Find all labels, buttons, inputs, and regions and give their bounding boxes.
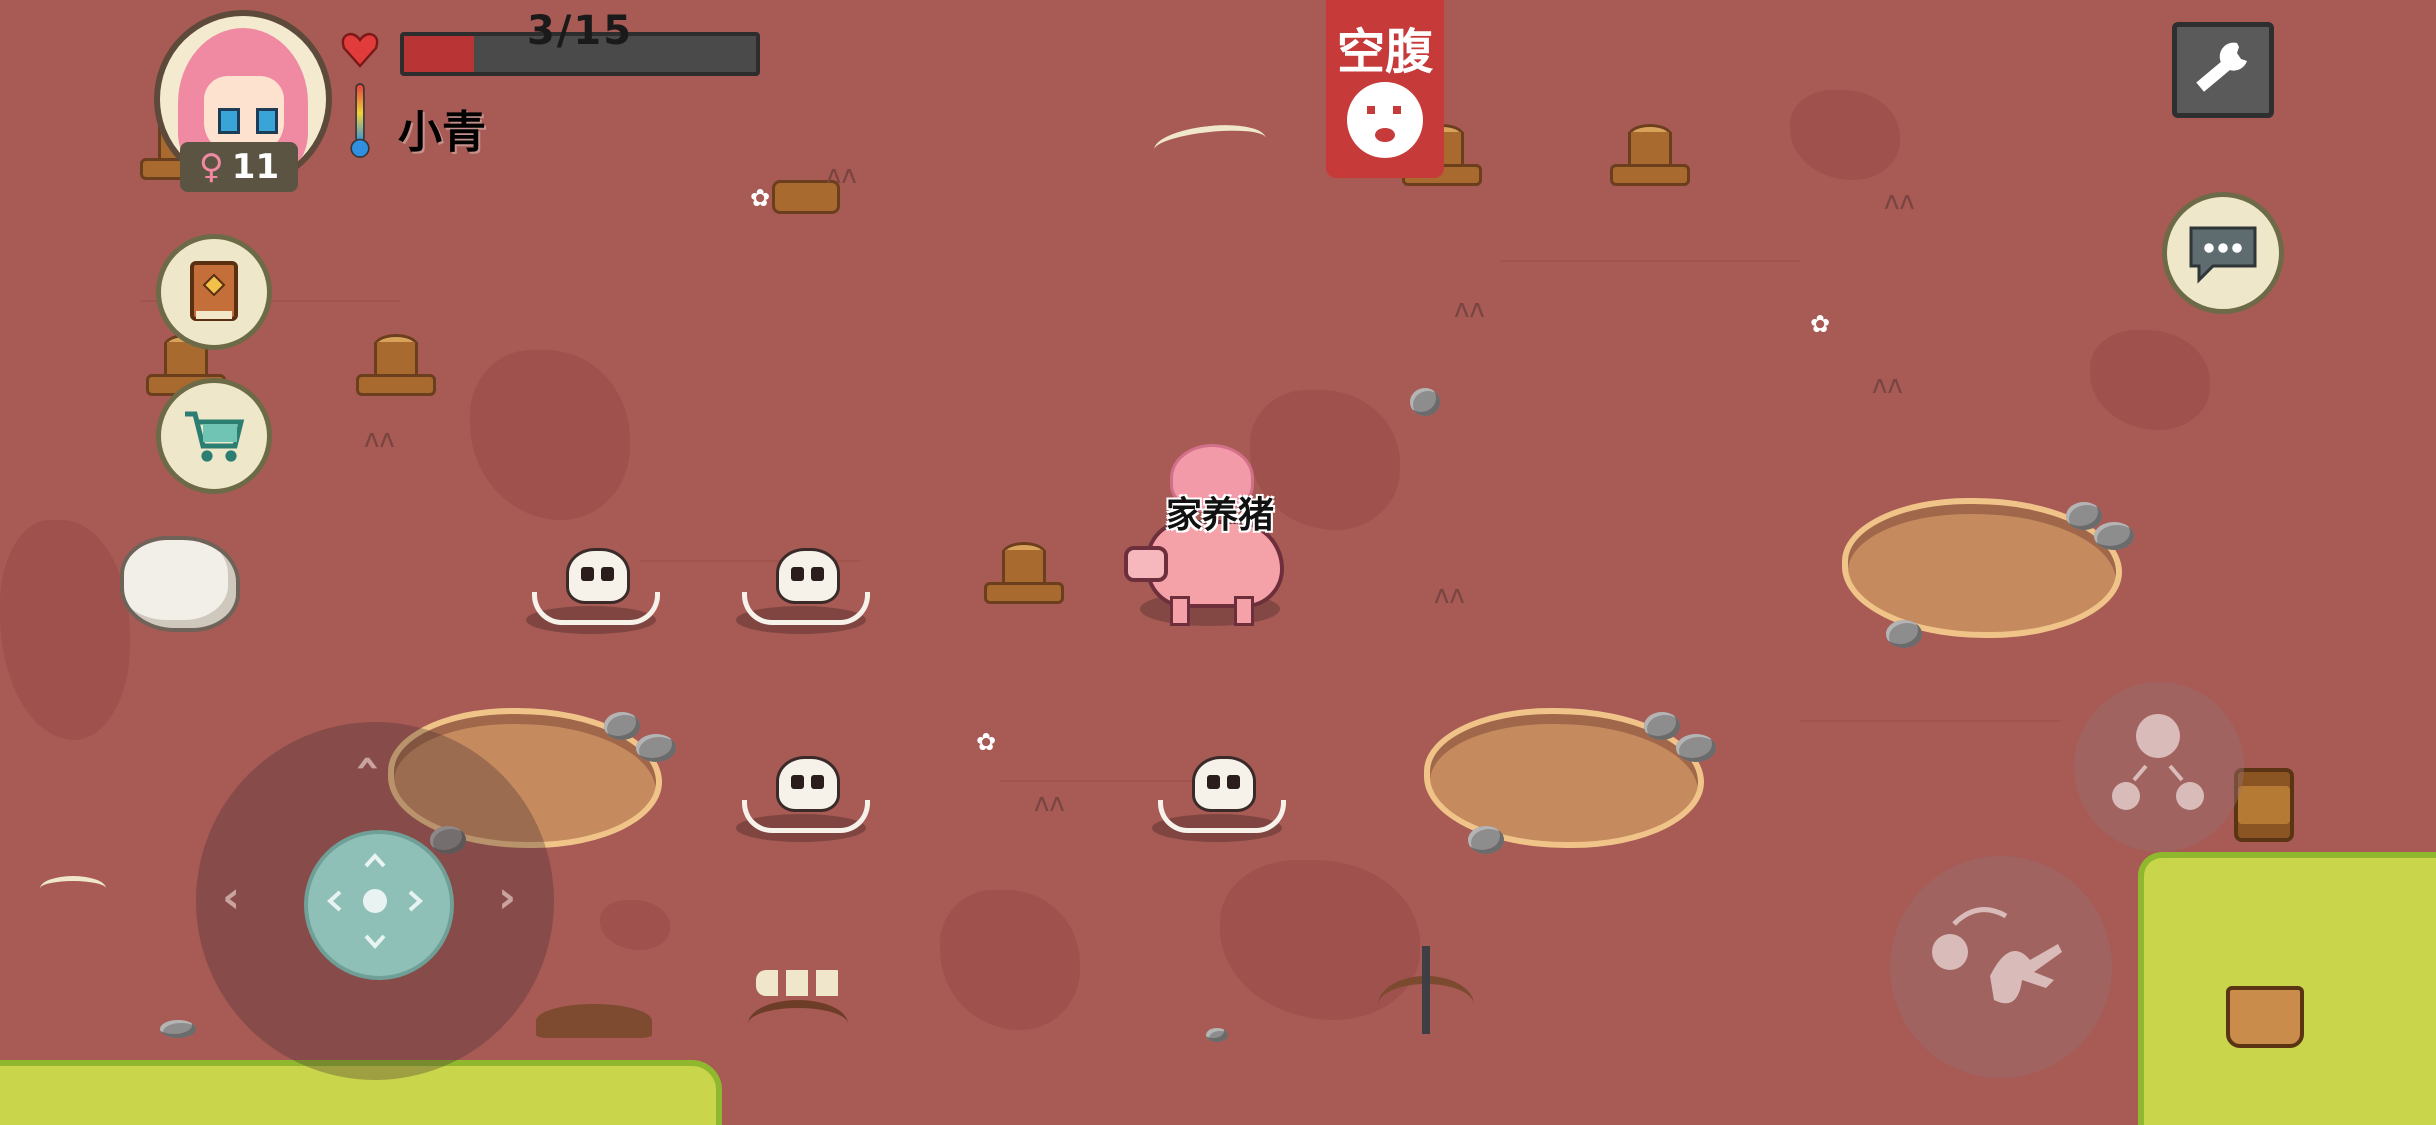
stone[interactable] <box>1644 712 1680 740</box>
ground-stain <box>940 890 1080 1030</box>
ground-stain <box>470 350 630 520</box>
joystick-knob[interactable] <box>304 830 454 980</box>
small-stone[interactable] <box>1410 388 1440 416</box>
grab-hand-icon <box>1932 907 2062 1004</box>
tree-stump[interactable] <box>984 542 1064 604</box>
stone[interactable] <box>1676 734 1716 762</box>
bone-scraps[interactable] <box>40 876 106 901</box>
portrait-eye <box>218 108 240 134</box>
grass-tuft: ᴧᴧ <box>826 160 857 190</box>
grass-tuft: ᴧᴧ <box>1454 294 1485 324</box>
tree-stump[interactable] <box>356 334 436 396</box>
stone[interactable] <box>1886 620 1922 648</box>
heart-icon <box>341 32 379 68</box>
stone[interactable] <box>604 712 640 740</box>
crossbow[interactable] <box>1378 946 1478 1036</box>
stone[interactable] <box>636 734 676 762</box>
settings-button[interactable] <box>2172 22 2274 118</box>
small-stone[interactable] <box>160 1020 196 1038</box>
hungry-face-icon <box>1347 82 1423 158</box>
joystick-left-chevron-icon: ‹ <box>222 872 241 923</box>
stone[interactable] <box>2094 522 2134 550</box>
grass-tuft: ᴧᴧ <box>364 424 395 454</box>
saw-frame <box>748 1000 848 1048</box>
small-stone[interactable] <box>1206 1028 1228 1042</box>
wrench-icon <box>2196 42 2247 92</box>
grass-tuft: ᴧᴧ <box>1434 580 1465 610</box>
joystick-up-chevron-icon: ‹ <box>343 754 395 773</box>
ground-stain <box>2090 330 2210 430</box>
joystick-icon <box>327 853 423 949</box>
ground-stain <box>1790 90 1900 180</box>
player-gender-age-badge: ♀ 11 <box>180 142 298 192</box>
saw-bones <box>756 970 846 996</box>
dirt-mound[interactable] <box>536 1004 652 1038</box>
grass-tuft: ᴧᴧ <box>1034 788 1065 818</box>
shop-button[interactable] <box>156 378 272 494</box>
shopping-cart-icon <box>185 411 245 462</box>
bone-scraps[interactable] <box>1152 120 1268 168</box>
grass-tuft: ᴧᴧ <box>1884 186 1915 216</box>
pig-leg <box>1170 596 1190 626</box>
interact-grab-button[interactable] <box>1890 856 2112 1078</box>
face-eye <box>1393 106 1401 114</box>
face-mouth <box>1375 128 1395 142</box>
pig-leg <box>1234 596 1254 626</box>
ground-stain <box>0 520 130 740</box>
bone-saw[interactable] <box>748 970 854 1046</box>
animal-skeleton[interactable] <box>526 548 660 638</box>
white-flower[interactable]: ✿ <box>1810 310 1830 338</box>
female-icon: ♀ <box>198 147 224 187</box>
portrait-eye <box>256 108 278 134</box>
grass-tuft: ᴧᴧ <box>1872 370 1903 400</box>
chat-button[interactable] <box>2162 192 2284 314</box>
pig-name-label: 家养猪 <box>1165 495 1274 536</box>
ground-stain <box>600 900 670 950</box>
white-boulder[interactable] <box>120 536 240 632</box>
tree-stump[interactable] <box>1610 124 1690 186</box>
animal-skeleton[interactable] <box>1152 756 1286 846</box>
joystick-right-chevron-icon: › <box>498 872 517 923</box>
stone[interactable] <box>2066 502 2102 530</box>
hunger-label: 空腹 <box>1336 24 1433 80</box>
white-flower[interactable]: ✿ <box>976 728 996 756</box>
book-icon <box>190 261 238 321</box>
white-flower[interactable]: ✿ <box>750 184 770 212</box>
split-stack-button[interactable] <box>2074 682 2244 852</box>
hunger-status-banner[interactable]: 空腹 <box>1326 0 1444 178</box>
animal-skeleton[interactable] <box>736 548 870 638</box>
animal-skeleton[interactable] <box>736 756 870 846</box>
chat-bubble-icon <box>2189 226 2257 284</box>
crossbow-stock <box>1422 946 1430 1034</box>
health-text: 3/15 <box>526 8 634 54</box>
woven-basket[interactable] <box>2226 986 2304 1048</box>
player-name: 小青 <box>398 107 486 158</box>
stone[interactable] <box>1468 826 1504 854</box>
face-eye <box>1367 106 1375 114</box>
recipe-book-button[interactable] <box>156 234 272 350</box>
pig-snout <box>1124 546 1168 582</box>
player-age: 11 <box>231 147 280 187</box>
ground-crack <box>1500 260 1800 262</box>
ground-crack <box>1800 720 2060 722</box>
thermometer-icon <box>350 83 370 158</box>
split-icon <box>2112 714 2204 810</box>
